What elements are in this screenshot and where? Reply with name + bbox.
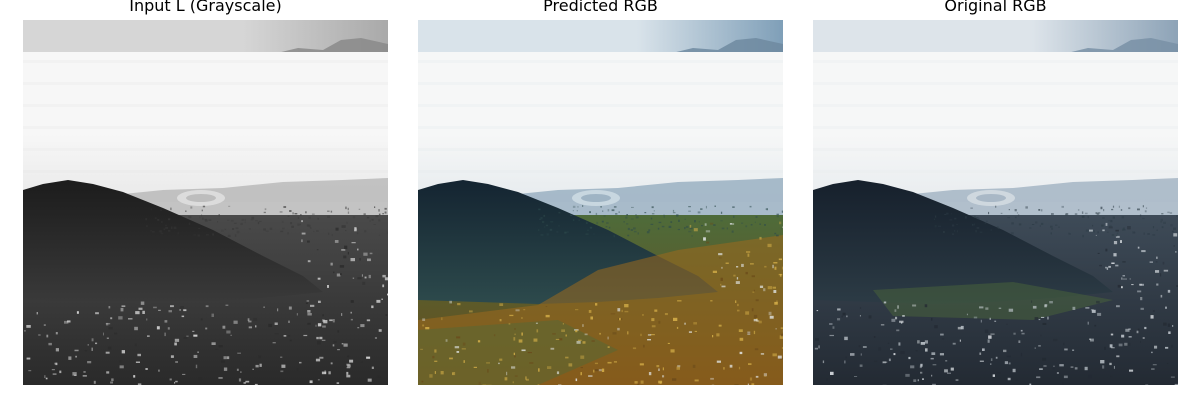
panel-image xyxy=(813,20,1178,385)
panel-image xyxy=(23,20,388,385)
panel-input-grayscale: Input L (Grayscale) xyxy=(23,0,388,400)
panel-title: Original RGB xyxy=(944,0,1047,15)
panel-title: Predicted RGB xyxy=(543,0,658,15)
panel-title: Input L (Grayscale) xyxy=(129,0,282,15)
panel-predicted-rgb: Predicted RGB xyxy=(418,0,783,400)
panel-original-rgb: Original RGB xyxy=(813,0,1178,400)
panel-image xyxy=(418,20,783,385)
